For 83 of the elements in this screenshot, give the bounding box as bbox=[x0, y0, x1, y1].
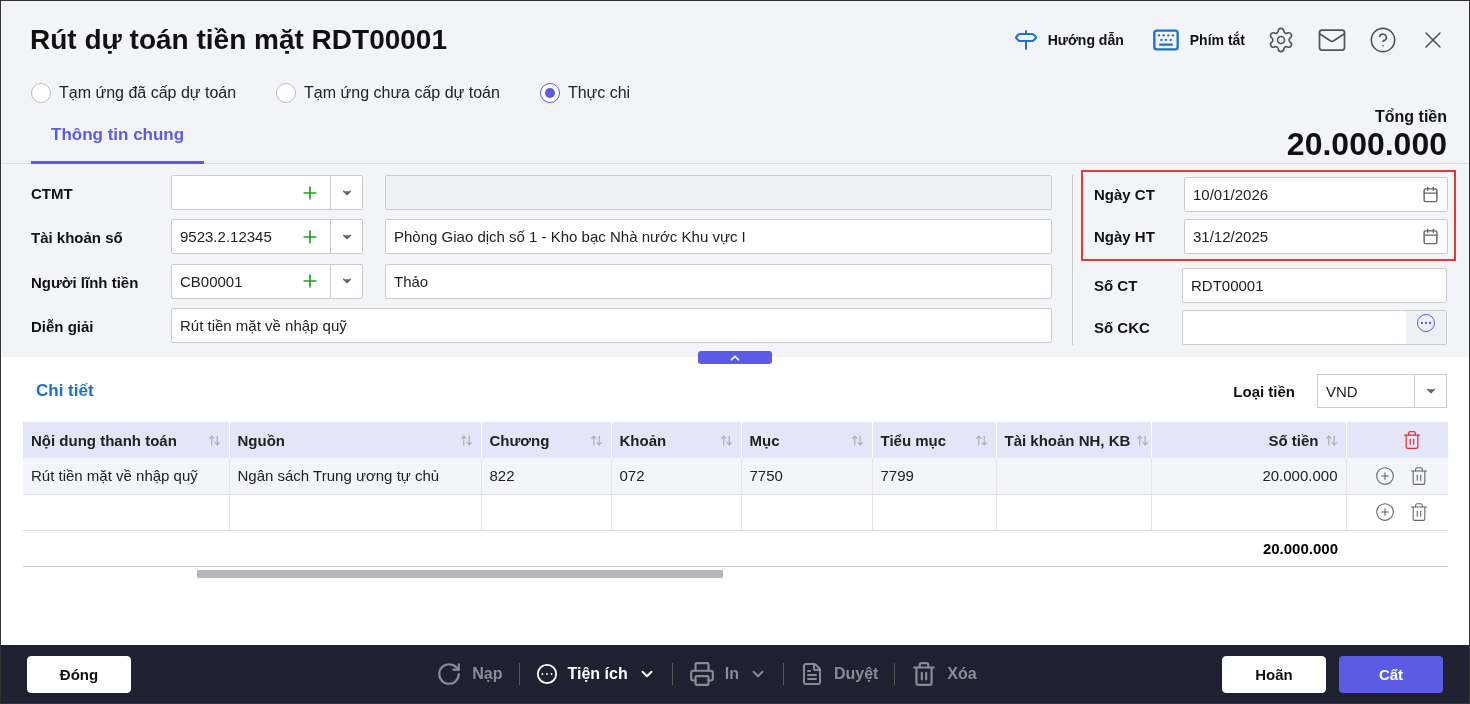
field-label: Người lĩnh tiền bbox=[31, 273, 140, 291]
sort-icon bbox=[974, 433, 988, 447]
total-label: Tổng tiền bbox=[1375, 108, 1447, 126]
settings-icon bbox=[1267, 26, 1295, 54]
table-cell: 7799 bbox=[872, 458, 996, 494]
radio-option[interactable]: Tạm ứng chưa cấp dự toán bbox=[276, 83, 500, 103]
postpone-button[interactable]: Hoãn bbox=[1222, 655, 1326, 693]
column-header[interactable]: Tài khoản NH, KB bbox=[996, 422, 1151, 458]
sort-icon bbox=[850, 433, 864, 447]
sort-icon bbox=[589, 433, 603, 447]
add-row-button[interactable] bbox=[1375, 465, 1395, 486]
column-header[interactable]: Chương bbox=[481, 422, 611, 458]
shortcut-button[interactable]: Phím tắt bbox=[1151, 26, 1245, 54]
total-cell: 20.000.000 bbox=[23, 530, 1346, 566]
input-field[interactable]: RDT00001 bbox=[1182, 268, 1447, 303]
guide-button[interactable]: Hướng dẫn bbox=[1013, 28, 1124, 52]
sort-icon bbox=[207, 433, 221, 447]
name-field[interactable]: Thảo bbox=[385, 263, 1052, 299]
table-cell: Ngân sách Trung ương tự chủ bbox=[229, 458, 481, 494]
reload-icon bbox=[436, 661, 463, 687]
total-value: 20.000.000 bbox=[1286, 126, 1447, 163]
table-cell: Rút tiền mặt về nhập quỹ bbox=[23, 458, 229, 494]
trash-icon bbox=[1401, 430, 1422, 450]
input-field[interactable]: Rút tiền mặt về nhập quỹ bbox=[171, 307, 1052, 343]
field-label: Số CT bbox=[1094, 277, 1139, 294]
table-cell: 20.000.000 bbox=[1151, 458, 1346, 494]
table-cell: 072 bbox=[611, 458, 741, 494]
field-label: Diễn giải bbox=[31, 317, 95, 335]
sort-icon bbox=[1136, 433, 1150, 447]
field-label: Ngày HT bbox=[1094, 228, 1156, 245]
field-label: Tài khoản số bbox=[31, 229, 124, 247]
signpost-icon bbox=[1013, 28, 1038, 52]
printer-icon bbox=[688, 661, 715, 687]
delete-row-button[interactable] bbox=[1409, 502, 1429, 522]
name-field[interactable]: Phòng Giao dịch số 1 - Kho bạc Nhà nước Khu vực I bbox=[385, 219, 1052, 255]
help-button[interactable] bbox=[1369, 26, 1397, 54]
table-cell: 7750 bbox=[741, 458, 872, 494]
combo-field[interactable] bbox=[171, 175, 363, 210]
calendar-icon[interactable] bbox=[1422, 228, 1439, 245]
field-label: CTMT bbox=[31, 185, 74, 203]
radio-option[interactable]: Tạm ứng đã cấp dự toán bbox=[31, 83, 237, 103]
plus-circle-icon bbox=[1375, 502, 1395, 522]
input-field[interactable] bbox=[1182, 310, 1447, 345]
section-title: Chi tiết bbox=[36, 381, 94, 401]
combo-field[interactable]: 9523.2.12345 bbox=[171, 219, 363, 255]
combo-field[interactable]: CB00001 bbox=[171, 263, 363, 299]
column-header[interactable]: Số tiền bbox=[1151, 422, 1346, 458]
plus-circle-icon bbox=[1375, 465, 1395, 486]
column-header[interactable]: Nguồn bbox=[229, 422, 481, 458]
save-button[interactable]: Cất bbox=[1339, 655, 1443, 693]
close-button[interactable]: Đóng bbox=[27, 655, 131, 693]
more-icon bbox=[535, 663, 558, 685]
currency-select[interactable]: VND bbox=[1317, 374, 1447, 408]
utility-button[interactable]: Tiện ích bbox=[519, 663, 672, 685]
radio-option[interactable]: Thực chi bbox=[539, 83, 631, 103]
more-button[interactable] bbox=[1406, 311, 1446, 344]
field-label: Loại tiền bbox=[1233, 382, 1295, 400]
name-field[interactable] bbox=[385, 175, 1052, 210]
column-header[interactable]: Khoản bbox=[611, 422, 741, 458]
sort-icon bbox=[719, 433, 733, 447]
trash-icon bbox=[911, 661, 938, 687]
help-icon bbox=[1369, 26, 1397, 54]
field-label: Số CKC bbox=[1094, 319, 1151, 336]
trash-icon bbox=[1409, 465, 1429, 486]
tab[interactable]: Thông tin chung bbox=[31, 103, 205, 164]
date-field[interactable]: 31/12/2025 bbox=[1184, 219, 1448, 254]
sort-icon bbox=[1324, 433, 1338, 447]
calendar-icon[interactable] bbox=[1422, 186, 1439, 203]
date-field[interactable]: 10/01/2026 bbox=[1184, 177, 1448, 212]
table-cell: 822 bbox=[481, 458, 611, 494]
delete-all-button[interactable] bbox=[1401, 430, 1422, 450]
column-header[interactable]: Tiểu mục bbox=[872, 422, 996, 458]
collapse-button[interactable] bbox=[698, 351, 772, 364]
column-header[interactable]: Mục bbox=[741, 422, 872, 458]
trash-icon bbox=[1409, 502, 1429, 522]
scrollbar[interactable] bbox=[197, 569, 723, 578]
window-title: Rút dự toán tiền mặt RDT00001 bbox=[30, 24, 448, 56]
add-row-button[interactable] bbox=[1375, 502, 1395, 522]
column-header[interactable]: Nội dung thanh toán bbox=[23, 422, 229, 458]
sort-icon bbox=[459, 433, 473, 447]
delete-row-button[interactable] bbox=[1409, 465, 1429, 486]
settings-button[interactable] bbox=[1267, 26, 1295, 54]
field-label: Ngày CT bbox=[1094, 186, 1156, 203]
